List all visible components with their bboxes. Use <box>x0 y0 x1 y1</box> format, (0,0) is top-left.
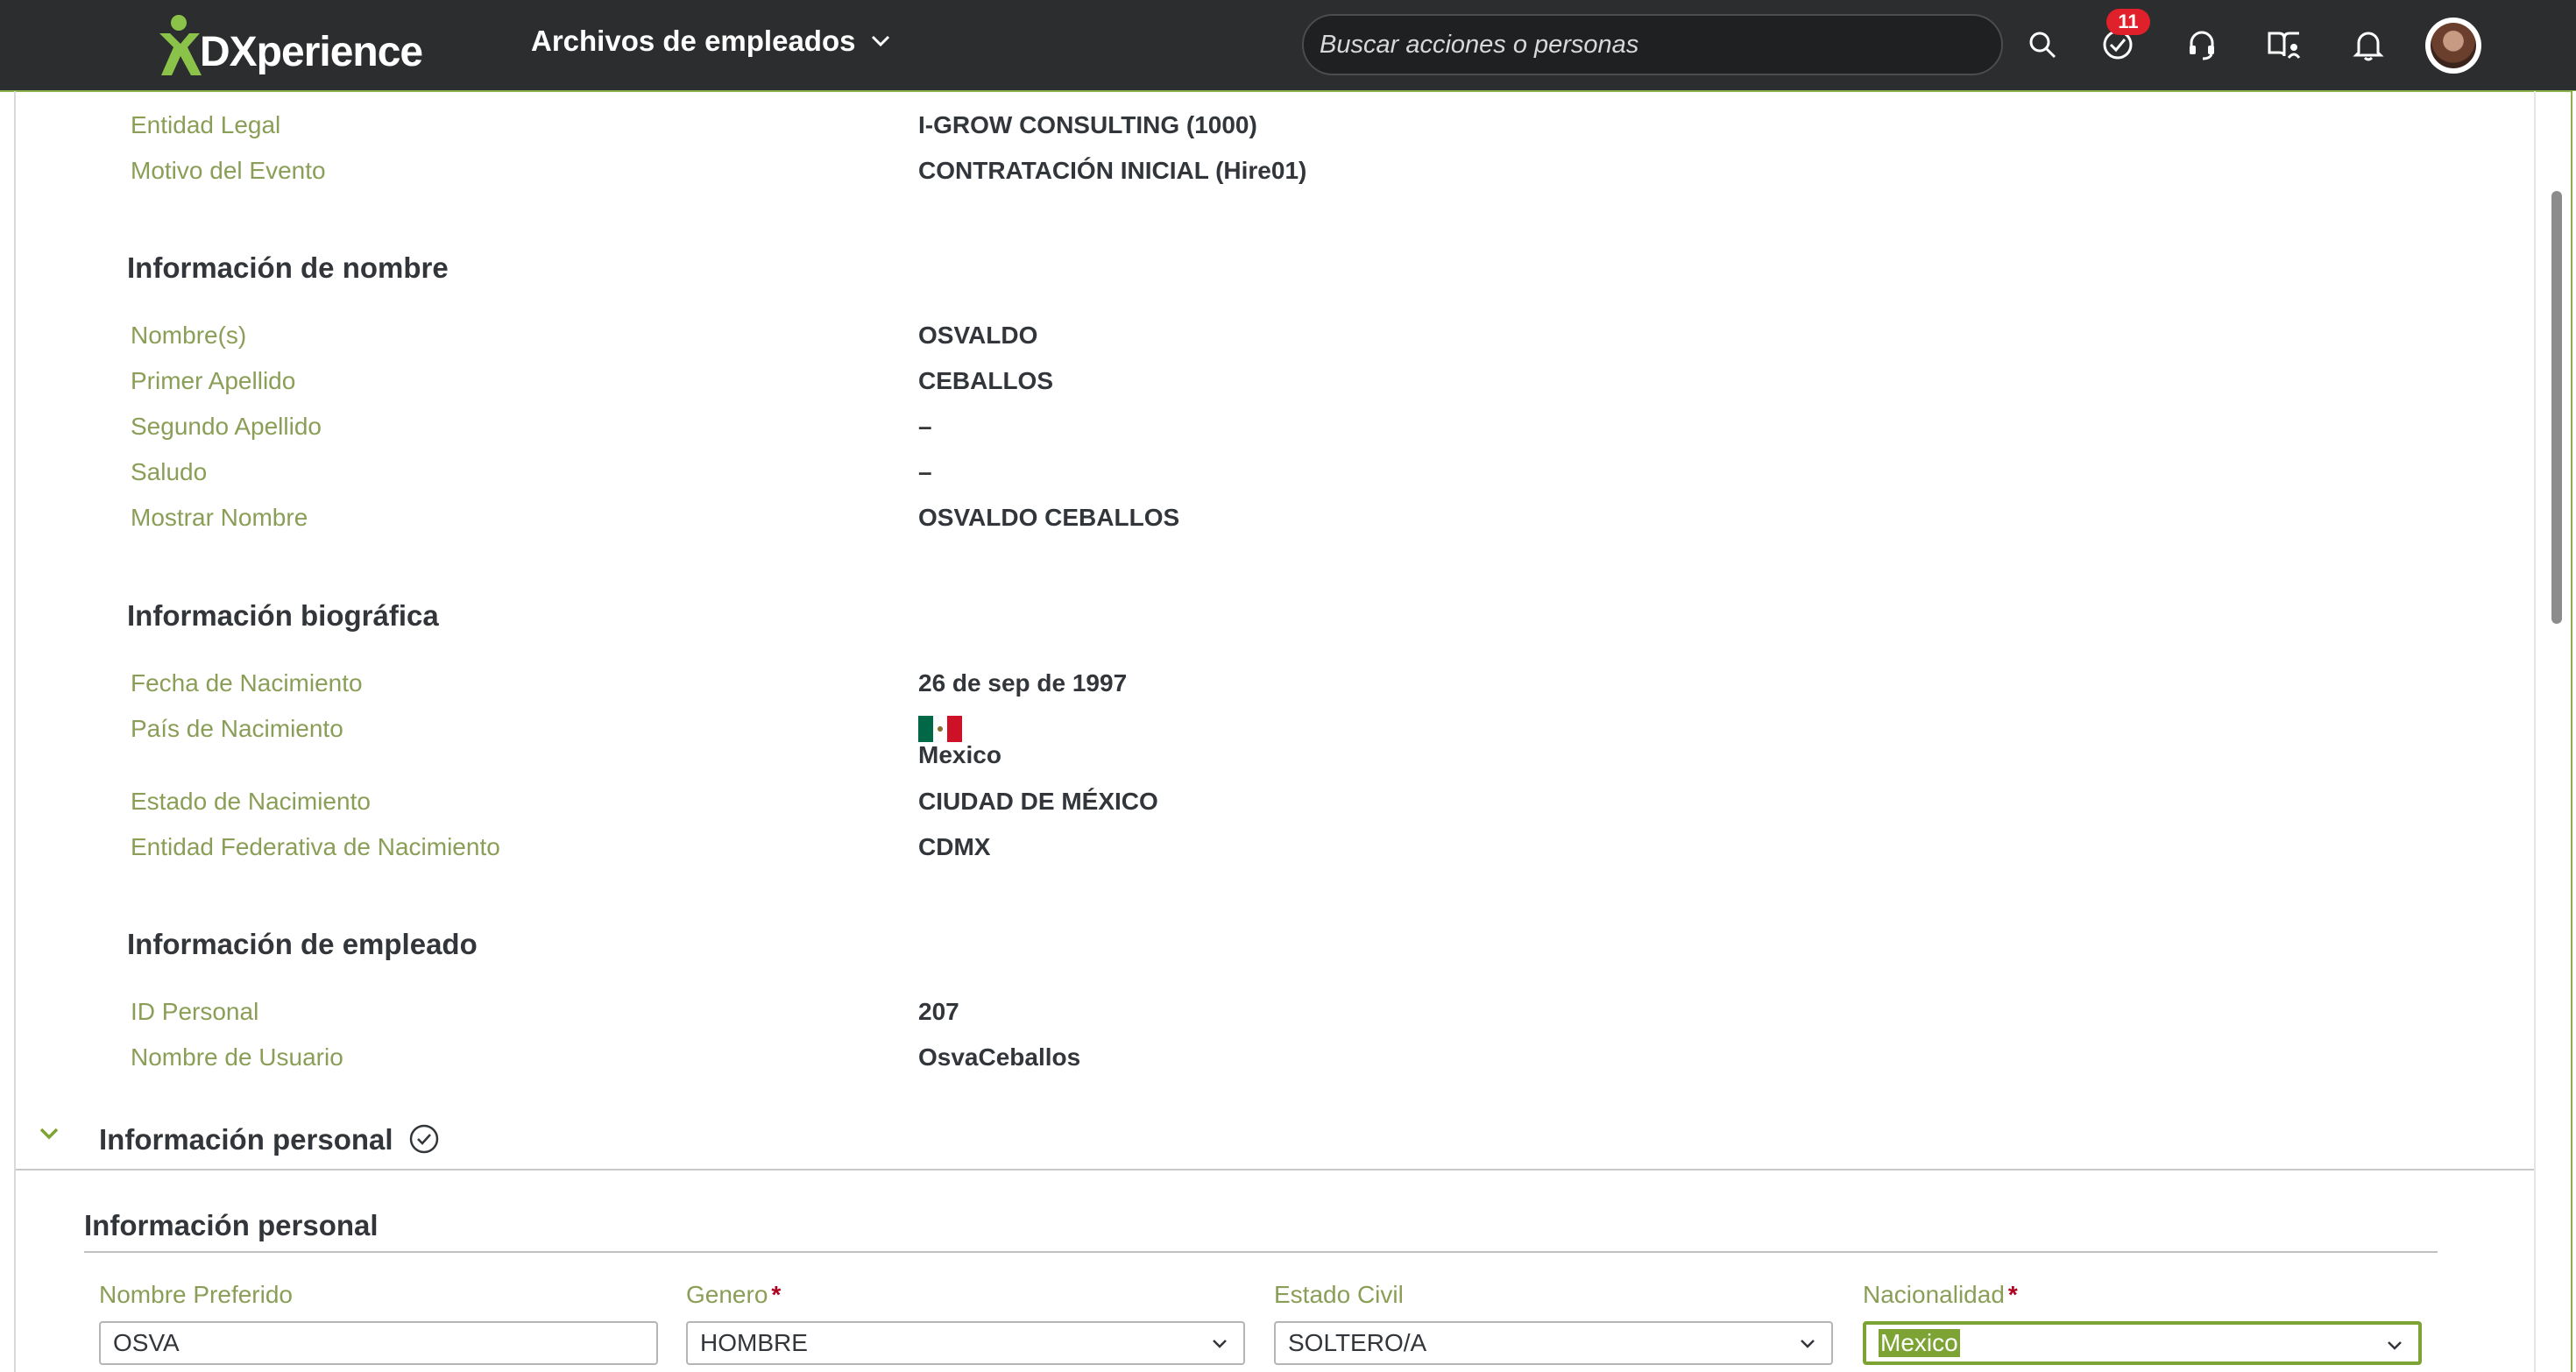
field-value: CEBALLOS <box>918 367 1053 394</box>
avatar-photo <box>2431 23 2476 68</box>
section-complete-check-icon <box>408 1123 440 1159</box>
field-label: Entidad Federativa de Nacimiento <box>131 833 500 860</box>
section-title-employee-info: Información de empleado <box>127 928 478 960</box>
field-value: – <box>918 413 932 440</box>
field-label: Mostrar Nombre <box>131 504 308 531</box>
nationality-value: Mexico <box>1879 1329 1960 1357</box>
marital-status-select[interactable]: SOLTERO/A <box>1274 1321 1833 1365</box>
logo-figure-icon <box>159 15 202 75</box>
nationality-label-text: Nacionalidad <box>1863 1281 2005 1308</box>
marital-status-label-text: Estado Civil <box>1274 1281 1404 1308</box>
notification-bell-icon[interactable] <box>2346 23 2390 67</box>
subsection-divider <box>84 1251 2438 1253</box>
gender-label-text: Genero <box>686 1281 768 1308</box>
field-label: Estado de Nacimiento <box>131 788 371 815</box>
field-label: Entidad Legal <box>131 111 281 138</box>
content-frame-left-border <box>14 91 16 1372</box>
field-label: Segundo Apellido <box>131 413 322 440</box>
learning-book-icon[interactable] <box>2262 23 2306 67</box>
chevron-down-icon <box>1213 1340 1227 1348</box>
chevron-down-icon <box>39 1128 59 1140</box>
field-value: CONTRATACIÓN INICIAL (Hire01) <box>918 157 1307 184</box>
subsection-title-personal: Información personal <box>84 1209 379 1241</box>
preferred-name-input[interactable]: OSVA <box>99 1321 658 1365</box>
top-header: DXperience Archivos de empleados Buscar … <box>0 0 2576 92</box>
chevron-down-icon <box>2388 1341 2402 1350</box>
field-value: – <box>918 458 932 485</box>
support-headset-icon[interactable] <box>2180 23 2224 67</box>
search-icon[interactable] <box>2020 23 2064 67</box>
field-label: Motivo del Evento <box>131 157 326 184</box>
todo-count-badge: 11 <box>2106 9 2150 35</box>
chevron-down-icon <box>1801 1340 1815 1348</box>
marital-status-label: Estado Civil <box>1274 1281 1404 1309</box>
field-label: Nombre de Usuario <box>131 1043 343 1071</box>
section-title-bio-info: Información biográfica <box>127 599 439 632</box>
field-label: Nombre(s) <box>131 322 247 349</box>
field-value: OSVALDO CEBALLOS <box>918 504 1180 531</box>
chevron-down-icon <box>872 35 890 47</box>
content-frame-right-border <box>2534 91 2536 1372</box>
section-title-personal: Información personal <box>99 1123 393 1156</box>
preferred-name-value: OSVA <box>113 1329 180 1356</box>
preferred-name-label-text: Nombre Preferido <box>99 1281 293 1308</box>
field-value: 26 de sep de 1997 <box>918 669 1128 697</box>
field-label: ID Personal <box>131 998 259 1025</box>
field-value: CDMX <box>918 833 991 860</box>
dxperience-logo[interactable]: DXperience <box>156 12 423 79</box>
nationality-label: Nacionalidad * <box>1863 1281 2018 1309</box>
field-value: CIUDAD DE MÉXICO <box>918 788 1158 815</box>
nationality-select[interactable]: Mexico <box>1863 1321 2422 1365</box>
field-label: Fecha de Nacimiento <box>131 669 363 697</box>
user-avatar[interactable] <box>2425 18 2481 74</box>
gender-label: Genero * <box>686 1281 781 1309</box>
module-menu-button[interactable]: Archivos de empleados <box>531 25 890 58</box>
field-label: Saludo <box>131 458 208 485</box>
section-title-name-info: Información de nombre <box>127 251 449 284</box>
search-placeholder: Buscar acciones o personas <box>1320 30 1639 59</box>
section-divider <box>16 1169 2534 1170</box>
gender-select[interactable]: HOMBRE <box>686 1321 1245 1365</box>
field-label: País de Nacimiento <box>131 715 343 742</box>
logo-text: DXperience <box>200 28 423 75</box>
field-label: Primer Apellido <box>131 367 296 394</box>
gender-value: HOMBRE <box>700 1329 808 1356</box>
required-asterisk: * <box>771 1281 782 1308</box>
module-menu-label: Archivos de empleados <box>531 25 856 57</box>
page-edge <box>2571 91 2576 1372</box>
vertical-scrollbar[interactable] <box>2551 191 2562 624</box>
field-value: Mexico <box>918 741 1001 768</box>
search-input[interactable]: Buscar acciones o personas <box>1302 14 2003 75</box>
field-value: OsvaCeballos <box>918 1043 1081 1071</box>
mexico-flag-icon <box>918 716 963 742</box>
field-value: 207 <box>918 998 959 1025</box>
preferred-name-label: Nombre Preferido <box>99 1281 293 1309</box>
required-asterisk: * <box>2007 1281 2018 1308</box>
marital-status-value: SOLTERO/A <box>1288 1329 1427 1356</box>
collapse-section-button[interactable] <box>39 1127 60 1145</box>
field-value: I-GROW CONSULTING (1000) <box>918 111 1257 138</box>
field-value: OSVALDO <box>918 322 1038 349</box>
